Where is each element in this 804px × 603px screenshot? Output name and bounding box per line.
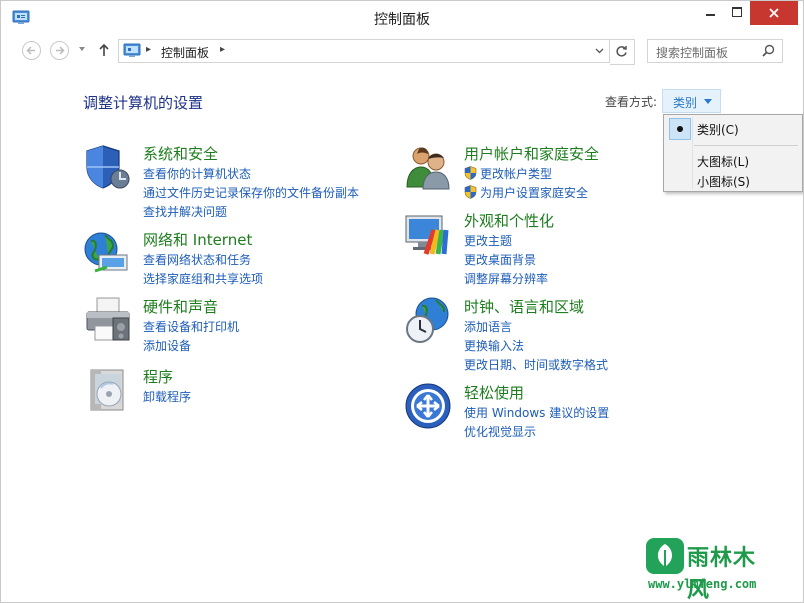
back-button[interactable] (22, 41, 41, 60)
menu-item-label: 类别(C) (697, 123, 739, 137)
watermark: 雨林木风 www.ylmfeng.com (646, 538, 776, 602)
programs-disc-icon[interactable] (83, 366, 131, 414)
recent-locations-chevron-icon[interactable] (79, 47, 85, 51)
close-icon (769, 8, 779, 18)
uac-shield-icon (464, 166, 477, 180)
caret-down-icon (704, 99, 712, 104)
uac-shield-icon (464, 185, 477, 199)
category-title[interactable]: 程序 (143, 366, 173, 387)
radio-selected-icon (669, 118, 691, 140)
link-network-status[interactable]: 查看网络状态和任务 (143, 251, 251, 268)
category-title[interactable]: 网络和 Internet (143, 229, 252, 250)
link-add-device[interactable]: 添加设备 (143, 337, 191, 354)
view-by-menu: 类别(C) 大图标(L) 小图标(S) (663, 114, 803, 192)
maximize-button[interactable] (724, 1, 750, 25)
category-title[interactable]: 用户帐户和家庭安全 (464, 143, 599, 164)
category-title[interactable]: 系统和安全 (143, 143, 218, 164)
control-panel-window: 控制面板 ▸ 控制面板 ▸ 搜索控制面板 调整计算机的设置 查看方式: 类别 系… (0, 0, 804, 603)
link-troubleshoot[interactable]: 查找并解决问题 (143, 203, 227, 220)
link-date-time-number-format[interactable]: 更改日期、时间或数字格式 (464, 356, 608, 373)
link-add-language[interactable]: 添加语言 (464, 318, 512, 335)
menu-item-label: 小图标(S) (697, 175, 750, 189)
link-uninstall-program[interactable]: 卸载程序 (143, 388, 191, 405)
breadcrumb-separator[interactable]: ▸ (220, 44, 225, 55)
link-change-account-type[interactable]: 更改帐户类型 (464, 165, 552, 182)
category-title[interactable]: 硬件和声音 (143, 296, 218, 317)
search-input[interactable]: 搜索控制面板 (647, 39, 783, 63)
category-title[interactable]: 外观和个性化 (464, 210, 554, 231)
minimize-button[interactable] (698, 1, 724, 25)
view-by-dropdown[interactable]: 类别 (662, 89, 721, 113)
link-homegroup-sharing[interactable]: 选择家庭组和共享选项 (143, 270, 263, 287)
control-panel-small-icon (123, 43, 141, 57)
clock-globe-icon[interactable] (404, 296, 452, 344)
close-button[interactable] (750, 1, 798, 25)
link-label[interactable]: 更改帐户类型 (480, 167, 552, 181)
breadcrumb-control-panel[interactable]: 控制面板 (161, 44, 209, 61)
link-family-safety[interactable]: 为用户设置家庭安全 (464, 184, 588, 201)
refresh-icon (616, 46, 627, 57)
monitor-palette-icon[interactable] (404, 210, 452, 258)
link-change-theme[interactable]: 更改主题 (464, 232, 512, 249)
menu-item-category[interactable]: 类别(C) (664, 117, 802, 140)
watermark-name: 雨林木风 (687, 546, 757, 603)
refresh-button[interactable] (610, 39, 635, 65)
link-optimize-visual-display[interactable]: 优化视觉显示 (464, 423, 536, 440)
link-recommended-settings[interactable]: 使用 Windows 建议的设置 (464, 404, 609, 421)
watermark-url: www.ylmfeng.com (648, 577, 757, 591)
printer-icon[interactable] (83, 296, 131, 344)
search-placeholder: 搜索控制面板 (656, 46, 729, 60)
view-by-label: 查看方式: (605, 95, 658, 109)
users-icon[interactable] (404, 143, 452, 191)
network-globe-icon[interactable] (83, 229, 131, 277)
link-change-input-method[interactable]: 更换输入法 (464, 337, 524, 354)
window-title: 控制面板 (374, 12, 430, 28)
page-title: 调整计算机的设置 (83, 94, 204, 112)
watermark-logo-icon (646, 538, 684, 574)
breadcrumb-separator[interactable]: ▸ (146, 44, 151, 55)
category-title[interactable]: 轻松使用 (464, 382, 524, 403)
menu-separator (694, 145, 798, 146)
menu-item-small-icons[interactable]: 小图标(S) (664, 171, 802, 191)
link-desktop-background[interactable]: 更改桌面背景 (464, 251, 536, 268)
link-check-computer-status[interactable]: 查看你的计算机状态 (143, 165, 251, 182)
shield-icon[interactable] (83, 143, 131, 191)
menu-item-label: 大图标(L) (697, 155, 750, 169)
arrow-left-icon (26, 46, 35, 55)
category-title[interactable]: 时钟、语言和区域 (464, 296, 584, 317)
forward-button[interactable] (50, 41, 69, 60)
menu-item-large-icons[interactable]: 大图标(L) (664, 149, 802, 171)
up-arrow-icon[interactable] (98, 43, 110, 57)
link-screen-resolution[interactable]: 调整屏幕分辨率 (464, 270, 548, 287)
view-by-value: 类别 (673, 96, 698, 110)
search-icon[interactable] (762, 44, 775, 57)
arrow-right-icon (56, 46, 65, 55)
address-bar[interactable]: ▸ 控制面板 ▸ (118, 39, 610, 63)
link-label[interactable]: 为用户设置家庭安全 (480, 186, 588, 200)
title-bar: 控制面板 (1, 1, 803, 35)
link-file-history-backup[interactable]: 通过文件历史记录保存你的文件备份副本 (143, 184, 359, 201)
link-devices-printers[interactable]: 查看设备和打印机 (143, 318, 239, 335)
chevron-down-icon[interactable] (595, 48, 604, 54)
ease-of-access-icon[interactable] (404, 382, 452, 430)
